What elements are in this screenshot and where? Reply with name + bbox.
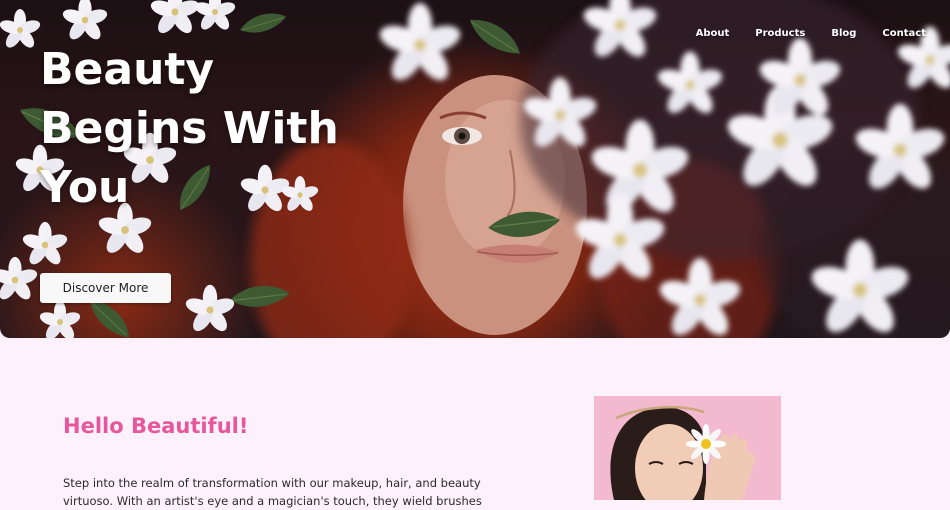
nav-link-blog[interactable]: Blog [831,28,856,39]
nav-link-products[interactable]: Products [755,28,805,39]
portrait-illustration [594,396,781,500]
intro-paragraph: Step into the realm of transformation wi… [63,476,482,508]
portrait-image [594,396,781,500]
top-navigation: About Products Blog Contact [696,28,926,39]
daisy-icon [686,424,726,464]
hero-banner: About Products Blog Contact Beauty Begin… [0,0,950,338]
hero-title: Beauty Begins With You [40,44,339,213]
nav-link-about[interactable]: About [696,28,730,39]
discover-more-button[interactable]: Discover More [40,273,171,303]
intro-heading: Hello Beautiful! [63,414,249,438]
nav-link-contact[interactable]: Contact [882,28,926,39]
